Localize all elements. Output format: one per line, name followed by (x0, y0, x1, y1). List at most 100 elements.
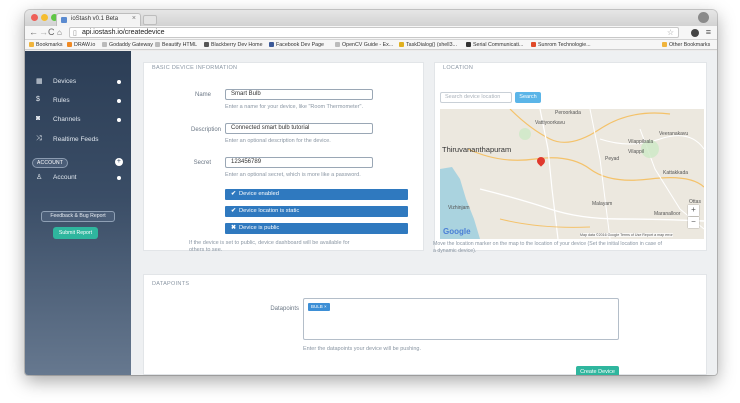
menu-icon[interactable]: ≡ (706, 27, 711, 37)
datapoints-help: Enter the datapoints your device will be… (303, 346, 422, 352)
bookmark-item[interactable]: TaskDialog() (shell3... (399, 42, 457, 48)
title-bar: ioStash v0.1 Beta × (25, 10, 717, 26)
datapoints-input[interactable]: BULB × (303, 298, 619, 340)
create-device-button[interactable]: Create Device (576, 366, 619, 375)
zoom-in-button[interactable]: + (688, 205, 699, 216)
bookmark-item[interactable]: Serial Communicati... (466, 42, 523, 48)
zoom-out-button[interactable]: − (688, 217, 699, 228)
name-input[interactable]: Smart Bulb (225, 89, 373, 100)
grid-icon: ▦ (36, 78, 43, 85)
description-label: Description (190, 127, 221, 133)
page-icon (335, 42, 340, 47)
account-header-label: ACCOUNT (32, 158, 69, 168)
add-icon[interactable]: + (115, 158, 123, 166)
static-location-toggle[interactable]: ✔ Device location is static (225, 206, 408, 217)
account-section-header: ACCOUNT + (25, 158, 131, 168)
cross-icon: ✖ (231, 225, 236, 231)
map-label-vilappilsala: Vilappilsala (628, 139, 654, 145)
name-help: Enter a name for your device, like "Room… (225, 104, 363, 110)
profile-icon[interactable] (698, 12, 709, 23)
other-bookmarks[interactable]: Other Bookmarks (662, 42, 710, 48)
folder-icon (662, 42, 667, 47)
bookmark-item[interactable]: Blackberry Dev Home (204, 42, 263, 48)
location-title: LOCATION (443, 65, 474, 71)
back-icon[interactable]: ← (29, 27, 38, 38)
device-info-panel: BASIC DEVICE INFORMATION Name Smart Bulb… (143, 62, 424, 253)
page-icon (155, 42, 160, 47)
location-search-input[interactable]: Search device location (440, 92, 512, 103)
device-enabled-toggle[interactable]: ✔ Device enabled (225, 189, 408, 200)
description-input[interactable]: Connected smart bulb tutorial (225, 123, 373, 134)
address-bar-row: ← → C ⌂ ▯ api.iostash.io/createdevice ☆ … (25, 26, 717, 40)
sidebar-item-rules[interactable]: $ Rules (25, 94, 131, 108)
sidebar-item-devices[interactable]: ▦ Devices (25, 75, 131, 89)
map-label-kattakkada: Kattakkada (663, 170, 689, 176)
url-text: api.iostash.io/createdevice (82, 29, 165, 36)
bookmarks-bar: Bookmarks DRAW.io Godaddy Gateway Beauti… (25, 40, 717, 50)
bookmark-item[interactable]: Bookmarks (29, 42, 63, 48)
public-help-line-1: If the device is set to public, device d… (189, 240, 350, 246)
facebook-icon (269, 42, 274, 47)
sidebar-item-realtime-feeds[interactable]: ⤨ Realtime Feeds (25, 133, 131, 147)
map-label-malayam: Malayam (592, 201, 613, 207)
reload-icon[interactable]: C (48, 27, 55, 38)
sidebar-item-account[interactable]: ♙ Account (25, 171, 131, 185)
device-public-toggle[interactable]: ✖ Device is public (225, 223, 408, 234)
page-icon (102, 42, 107, 47)
bookmark-item[interactable]: DRAW.io (67, 42, 95, 48)
location-map[interactable]: Peroorkada Vattiyoorkavu Veeranakavu Vil… (440, 109, 704, 239)
page-info-icon[interactable]: ▯ (73, 29, 77, 38)
location-search-button[interactable]: Search (515, 92, 541, 103)
url-field[interactable]: ▯ api.iostash.io/createdevice ☆ (69, 27, 679, 38)
map-label-peroorkada: Peroorkada (555, 110, 581, 116)
nav-dot-icon (117, 176, 121, 180)
name-label: Name (194, 92, 211, 98)
map-label-vilappil: Vilappil (628, 149, 645, 155)
feedback-button[interactable]: Feedback & Bug Report (41, 211, 115, 222)
datapoints-title: DATAPOINTS (152, 281, 190, 287)
description-help: Enter an optional description for the de… (225, 138, 331, 144)
bookmark-item[interactable]: Facebook Dev Page (269, 42, 324, 48)
page-icon (466, 42, 471, 47)
bookmark-item[interactable]: Godaddy Gateway (102, 42, 153, 48)
minimize-window-button[interactable] (41, 14, 48, 21)
tab-close-icon[interactable]: × (132, 15, 136, 22)
location-help-line-1: Move the location marker on the map to t… (433, 241, 662, 247)
bookmark-star-icon[interactable]: ☆ (667, 28, 674, 37)
nav-dot-icon (117, 80, 121, 84)
main-content: BASIC DEVICE INFORMATION Name Smart Bulb… (131, 51, 717, 375)
extension-icon[interactable] (691, 29, 699, 37)
bookmark-item[interactable]: Beautify HTML (155, 42, 197, 48)
location-help-line-2: a dynamic device). (433, 248, 477, 254)
forward-icon[interactable]: → (39, 27, 48, 38)
bookmark-item[interactable]: Sunrom Technologie... (531, 42, 591, 48)
tab-title: ioStash v0.1 Beta (71, 16, 119, 22)
secret-input[interactable]: 123456789 (225, 157, 373, 168)
page-icon (399, 42, 404, 47)
remove-tag-icon[interactable]: × (324, 304, 327, 309)
close-window-button[interactable] (31, 14, 38, 21)
nav-dot-icon (117, 99, 121, 103)
location-panel: LOCATION Search device location Search P… (433, 62, 707, 254)
new-tab-button[interactable] (143, 15, 157, 25)
favicon-icon (61, 17, 67, 23)
browser-window: ioStash v0.1 Beta × ← → C ⌂ ▯ api.iostas… (25, 10, 717, 375)
shuffle-icon: ⤨ (36, 135, 42, 142)
map-label-maranalloor: Maranalloor (654, 211, 681, 217)
datapoints-panel: DATAPOINTS Datapoints BULB × Enter the d… (143, 274, 707, 375)
bookmark-item[interactable]: OpenCV Guide - Ex... (335, 42, 393, 48)
device-info-title: BASIC DEVICE INFORMATION (152, 65, 238, 71)
sunrom-icon (531, 42, 536, 47)
home-icon[interactable]: ⌂ (57, 27, 62, 38)
blackberry-icon (204, 42, 209, 47)
dollar-icon: $ (36, 96, 40, 103)
map-label-veeranakavu: Veeranakavu (659, 131, 689, 137)
public-help-line-2: others to see. (189, 247, 223, 253)
submit-report-button[interactable]: Submit Report (53, 227, 98, 239)
camera-icon: ◙ (36, 115, 41, 122)
sidebar-item-channels[interactable]: ◙ Channels (25, 113, 131, 127)
datapoints-label: Datapoints (270, 306, 299, 312)
browser-tab[interactable]: ioStash v0.1 Beta × (56, 13, 141, 26)
datapoint-tag[interactable]: BULB × (308, 303, 330, 311)
check-icon: ✔ (231, 191, 236, 197)
